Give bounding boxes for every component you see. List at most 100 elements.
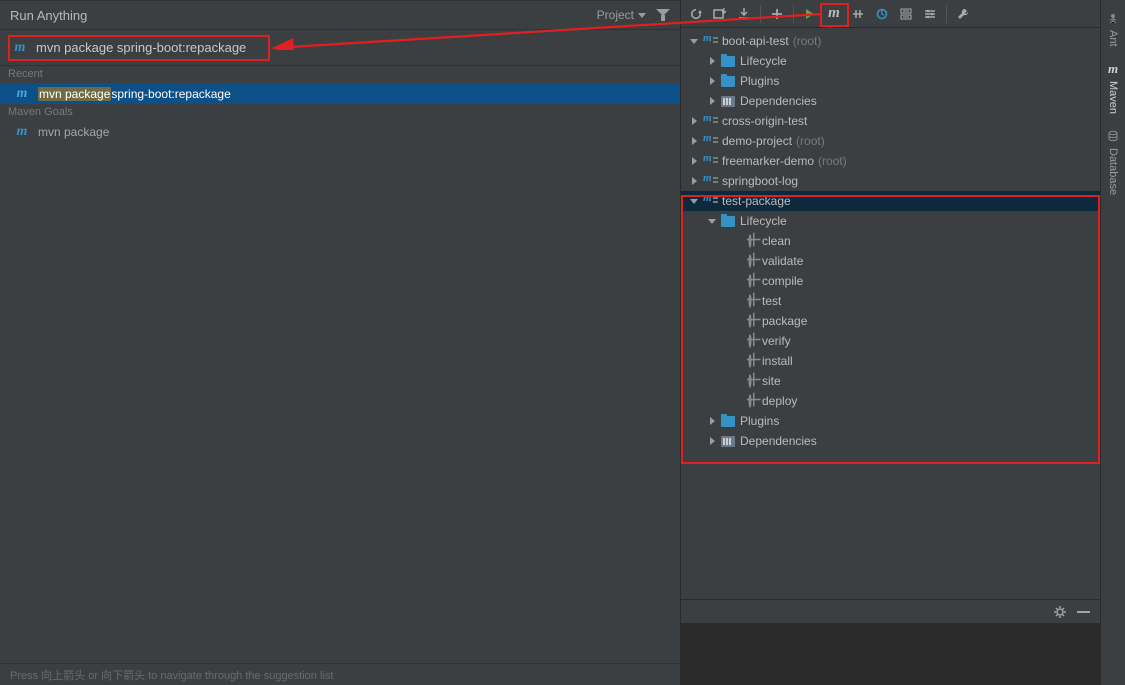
execute-maven-goal-icon[interactable]: m xyxy=(823,3,845,25)
recent-section-label: Recent xyxy=(0,66,680,83)
tree-node-label: site xyxy=(762,374,781,388)
maven-dependencies-node[interactable]: Dependencies xyxy=(681,431,1100,451)
chevron-right-icon[interactable] xyxy=(687,174,701,188)
maven-plugins-node[interactable]: Plugins xyxy=(681,71,1100,91)
maven-module-node[interactable]: boot-api-test(root) xyxy=(681,31,1100,51)
maven-module-icon xyxy=(702,193,718,209)
download-sources-icon[interactable] xyxy=(733,3,755,25)
tree-node-label: install xyxy=(762,354,793,368)
gear-icon xyxy=(742,273,758,289)
side-tab-label: Maven xyxy=(1107,81,1119,114)
gear-icon xyxy=(742,313,758,329)
chevron-down-icon[interactable] xyxy=(687,194,701,208)
run-anything-search-row[interactable]: m mvn package spring-boot:repackage xyxy=(0,30,680,66)
tree-node-suffix: (root) xyxy=(796,134,825,148)
chevron-down-icon[interactable] xyxy=(705,214,719,228)
tree-node-label: Plugins xyxy=(740,74,779,88)
chevron-right-icon[interactable] xyxy=(705,94,719,108)
maven-lifecycle-node[interactable]: Lifecycle xyxy=(681,211,1100,231)
chevron-right-icon[interactable] xyxy=(687,114,701,128)
chevron-right-icon[interactable] xyxy=(705,54,719,68)
folder-icon xyxy=(720,413,736,429)
folder-icon xyxy=(720,213,736,229)
maven-lifecycle-goal[interactable]: verify xyxy=(681,331,1100,351)
refresh-icon[interactable] xyxy=(685,3,707,25)
gear-icon xyxy=(742,333,758,349)
maven-lifecycle-goal[interactable]: package xyxy=(681,311,1100,331)
recent-item[interactable]: m mvn package spring-boot:repackage xyxy=(0,83,680,104)
chevron-down-icon xyxy=(638,13,646,18)
maven-plugins-node[interactable]: Plugins xyxy=(681,411,1100,431)
gear-icon xyxy=(742,353,758,369)
chevron-right-icon[interactable] xyxy=(705,74,719,88)
maven-lifecycle-goal[interactable]: clean xyxy=(681,231,1100,251)
tree-node-label: clean xyxy=(762,234,791,248)
collapse-all-icon[interactable] xyxy=(895,3,917,25)
maven-lifecycle-goal[interactable]: test xyxy=(681,291,1100,311)
maven-project-tree[interactable]: boot-api-test(root)LifecyclePluginsDepen… xyxy=(681,28,1100,599)
generate-sources-icon[interactable] xyxy=(709,3,731,25)
dependencies-icon xyxy=(720,433,736,449)
maven-module-node[interactable]: springboot-log xyxy=(681,171,1100,191)
maven-output-panel xyxy=(681,599,1100,685)
maven-tool-window: m boot-api-test(root)LifecyclePluginsDep… xyxy=(680,0,1100,685)
maven-goal-label: mvn package xyxy=(38,125,109,139)
tree-node-label: springboot-log xyxy=(722,174,798,188)
gear-icon xyxy=(742,253,758,269)
side-tab-database[interactable]: Database xyxy=(1102,122,1124,201)
maven-dependencies-node[interactable]: Dependencies xyxy=(681,91,1100,111)
tree-node-label: Lifecycle xyxy=(740,214,787,228)
tree-node-label: Plugins xyxy=(740,414,779,428)
run-anything-footer-hint: Press 向上箭头 or 向下箭头 to navigate through t… xyxy=(0,663,680,685)
chevron-right-icon[interactable] xyxy=(687,134,701,148)
maven-module-icon xyxy=(702,113,718,129)
filter-icon[interactable] xyxy=(656,9,670,21)
tree-node-label: cross-origin-test xyxy=(722,114,807,128)
maven-lifecycle-goal[interactable]: site xyxy=(681,371,1100,391)
show-settings-icon[interactable] xyxy=(919,3,941,25)
gear-icon[interactable] xyxy=(1053,605,1067,619)
gear-icon xyxy=(742,233,758,249)
add-icon[interactable] xyxy=(766,3,788,25)
maven-icon: m xyxy=(14,87,30,101)
maven-icon: m xyxy=(14,125,30,139)
maven-lifecycle-goal[interactable]: validate xyxy=(681,251,1100,271)
recent-match-highlight: mvn package xyxy=(38,87,111,101)
tree-node-label: Lifecycle xyxy=(740,54,787,68)
gear-icon xyxy=(742,393,758,409)
maven-goal-item[interactable]: m mvn package xyxy=(0,121,680,143)
chevron-right-icon[interactable] xyxy=(687,154,701,168)
maven-lifecycle-node[interactable]: Lifecycle xyxy=(681,51,1100,71)
chevron-down-icon[interactable] xyxy=(687,34,701,48)
project-scope-dropdown[interactable]: Project xyxy=(597,8,646,22)
tree-node-label: test xyxy=(762,294,781,308)
tree-node-label: demo-project xyxy=(722,134,792,148)
maven-module-node[interactable]: cross-origin-test xyxy=(681,111,1100,131)
tree-node-label: test-package xyxy=(722,194,791,208)
run-anything-header: Run Anything Project xyxy=(0,1,680,30)
maven-lifecycle-goal[interactable]: compile xyxy=(681,271,1100,291)
tree-node-label: deploy xyxy=(762,394,797,408)
gear-icon xyxy=(742,373,758,389)
side-tab-maven[interactable]: m Maven xyxy=(1102,55,1124,120)
toggle-offline-icon[interactable] xyxy=(847,3,869,25)
chevron-right-icon[interactable] xyxy=(705,414,719,428)
side-tab-ant[interactable]: Ant xyxy=(1102,4,1124,53)
hide-icon[interactable] xyxy=(1077,611,1090,613)
chevron-right-icon[interactable] xyxy=(705,434,719,448)
maven-toolbar: m xyxy=(681,0,1100,28)
maven-lifecycle-goal[interactable]: install xyxy=(681,351,1100,371)
reimport-icon[interactable] xyxy=(871,3,893,25)
maven-module-node[interactable]: demo-project (root) xyxy=(681,131,1100,151)
maven-module-node[interactable]: freemarker-demo(root) xyxy=(681,151,1100,171)
ant-icon xyxy=(1105,10,1121,26)
run-icon[interactable] xyxy=(799,3,821,25)
run-anything-title: Run Anything xyxy=(10,8,597,23)
maven-module-node[interactable]: test-package xyxy=(681,191,1100,211)
maven-lifecycle-goal[interactable]: deploy xyxy=(681,391,1100,411)
tree-node-label: boot-api-test xyxy=(722,34,789,48)
wrench-icon[interactable] xyxy=(952,3,974,25)
run-anything-panel: Run Anything Project m mvn package sprin… xyxy=(0,0,680,685)
tree-node-label: package xyxy=(762,314,807,328)
search-input-text: mvn package spring-boot:repackage xyxy=(36,40,246,55)
